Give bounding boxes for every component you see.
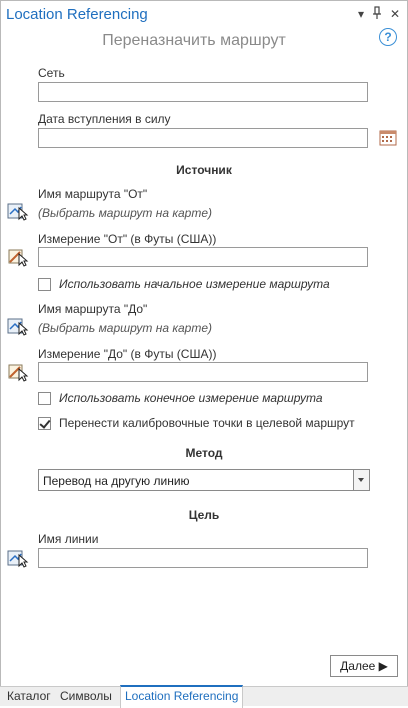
- close-button[interactable]: ✕: [388, 6, 402, 22]
- next-button[interactable]: Далее ▶: [330, 655, 398, 677]
- calendar-icon[interactable]: [379, 129, 397, 146]
- from-measure-label: Измерение "От" (в Футы (США)): [38, 232, 217, 246]
- method-section-title: Метод: [185, 446, 223, 460]
- to-route-hint: (Выбрать маршрут на карте): [38, 321, 212, 335]
- transfer-calibration-label: Перенести калибровочные точки в целевой …: [59, 416, 355, 430]
- network-label: Сеть: [38, 66, 65, 80]
- map-select-icon[interactable]: [7, 201, 29, 221]
- line-name-label: Имя линии: [38, 532, 99, 546]
- from-measure-field[interactable]: [38, 247, 368, 267]
- pin-icon[interactable]: [370, 6, 384, 24]
- use-end-measure-label: Использовать конечное измерение маршрута: [59, 391, 323, 405]
- measure-select-icon[interactable]: [7, 362, 29, 382]
- target-section-title: Цель: [188, 508, 220, 522]
- chevron-down-icon[interactable]: [353, 470, 369, 490]
- to-measure-field[interactable]: [38, 362, 368, 382]
- network-field[interactable]: [38, 82, 368, 102]
- use-end-measure-checkbox[interactable]: [38, 392, 51, 405]
- method-select[interactable]: Перевод на другую линию: [38, 469, 370, 491]
- use-start-measure-checkbox[interactable]: [38, 278, 51, 291]
- tab-location-referencing[interactable]: Location Referencing: [120, 685, 244, 708]
- pane-menu-button[interactable]: ▾: [354, 6, 368, 22]
- method-selected-value: Перевод на другую линию: [43, 474, 190, 488]
- help-icon[interactable]: ?: [379, 28, 397, 46]
- source-section-title: Источник: [176, 163, 232, 177]
- to-measure-label: Измерение "До" (в Футы (США)): [38, 347, 217, 361]
- map-select-icon[interactable]: [7, 316, 29, 336]
- pane-title: Location Referencing: [6, 6, 148, 23]
- page-title: Переназначить маршрут: [102, 32, 286, 49]
- map-select-icon[interactable]: [7, 548, 29, 568]
- bottom-tab-bar: Каталог Символы Location Referencing: [0, 685, 408, 708]
- use-start-measure-label: Использовать начальное измерение маршрут…: [59, 277, 330, 291]
- tab-symbology[interactable]: Символы: [56, 687, 116, 706]
- from-route-hint: (Выбрать маршрут на карте): [38, 206, 212, 220]
- measure-select-icon[interactable]: [7, 247, 29, 267]
- from-route-label: Имя маршрута "От": [38, 187, 148, 201]
- transfer-calibration-checkbox[interactable]: [38, 417, 51, 430]
- title-bar: Location Referencing ▾ ✕: [0, 0, 406, 30]
- tab-catalog[interactable]: Каталог: [3, 687, 55, 706]
- effective-date-label: Дата вступления в силу: [38, 112, 171, 126]
- effective-date-field[interactable]: [38, 128, 368, 148]
- to-route-label: Имя маршрута "До": [38, 302, 148, 316]
- line-name-field[interactable]: [38, 548, 368, 568]
